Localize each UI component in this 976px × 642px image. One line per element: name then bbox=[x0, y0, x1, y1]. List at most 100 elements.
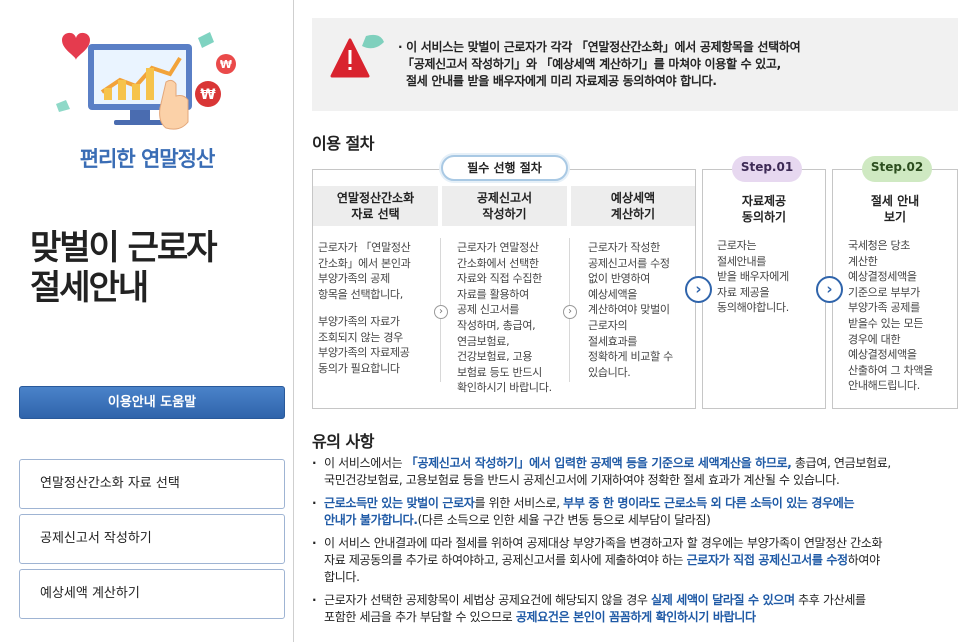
caution-text: 추후 가산세를 bbox=[794, 593, 866, 607]
caution-text: 총급여, 연금보험료, bbox=[791, 456, 891, 470]
description-line: 동의가 필요합니다 bbox=[318, 361, 400, 375]
description-line: 근로자가 작성한 bbox=[588, 241, 660, 254]
description-line: 연금보험료, bbox=[457, 334, 510, 348]
caution-text: 를 위한 서비스로, bbox=[474, 496, 564, 510]
description-line: 예상결정세액을 bbox=[848, 348, 917, 362]
caution-highlight: 근로소득만 있는 맞벌이 근로자 bbox=[324, 496, 475, 510]
description-line: 기준으로 부부가 bbox=[848, 285, 920, 299]
step2-badge: Step.02 bbox=[862, 156, 932, 182]
caution-line: 안내가 불가합니다.(다른 소득으로 인한 세율 구간 변동 등으로 세부담이 … bbox=[324, 512, 962, 529]
page-title-line2: 절세안내 bbox=[30, 268, 149, 308]
list-item: 근로소득만 있는 맞벌이 근로자를 위한 서비스로, 부부 중 한 명이라도 근… bbox=[312, 495, 962, 529]
step-heading: 예상세액 계산하기 bbox=[571, 186, 695, 226]
step-heading: 연말정산간소화 자료 선택 bbox=[313, 186, 438, 226]
caution-text: 하여야 bbox=[847, 553, 880, 567]
step-heading-line: 예상세액 bbox=[610, 191, 656, 205]
step-heading: 공제신고서 작성하기 bbox=[442, 186, 567, 226]
list-item: 이 서비스에서는 「공제신고서 작성하기」에서 입력한 공제액 등을 기준으로 … bbox=[312, 455, 962, 489]
caution-highlight: 안내가 불가합니다. bbox=[324, 513, 418, 527]
description-line: 부양가족의 공제 bbox=[318, 272, 390, 286]
page-title-line1: 맞벌이 근로자 bbox=[30, 228, 218, 268]
description-line: 정확하게 비교할 수 bbox=[588, 350, 673, 364]
description-line: 계산하여야 맞벌이 bbox=[588, 303, 670, 317]
caution-text: 근로자가 선택한 공제항목이 세법상 공제요건에 해당되지 않을 경우 bbox=[324, 593, 652, 607]
description-line: 확인하시기 바랍니다. bbox=[457, 381, 552, 395]
step-heading-line: 작성하기 bbox=[482, 207, 527, 221]
step-description: 근로자가 「연말정산 간소화」에서 본인과 부양가족의 공제 항목을 선택합니다, bbox=[318, 240, 411, 302]
caution-highlight: 실제 세액이 달라질 수 있으며 bbox=[651, 593, 795, 607]
step-heading-line: 자료제공 bbox=[741, 194, 787, 208]
description-line: 있습니다. bbox=[588, 365, 631, 379]
monitor-chart-illustration-icon: ₩ ₩ bbox=[56, 32, 236, 130]
caution-text: 포함한 세금을 추가 부담할 수 있으므로 bbox=[324, 610, 516, 624]
description-line: 산출하여 그 차액을 bbox=[848, 363, 933, 377]
panel-divider bbox=[293, 0, 294, 642]
caution-line: 합니다. bbox=[324, 570, 360, 584]
caution-text: (다른 소득으로 인한 세율 구간 변동 등으로 세부담이 달라짐) bbox=[417, 513, 711, 527]
caution-highlight: 근로자가 직접 공제신고서를 수정 bbox=[686, 553, 849, 567]
step-heading-line: 절세 안내 bbox=[870, 194, 920, 208]
step-description: 부양가족의 자료가조회되지 않는 경우부양가족의 자료제공 동의가 필요합니다 bbox=[318, 314, 410, 376]
process-section-title: 이용 절차 bbox=[312, 134, 374, 153]
description-line: 근로자는 bbox=[717, 239, 757, 252]
step-description: 근로자가 작성한 공제신고서를 수정 없이 반영하여 예상세액을 계산하여야 맞벌이 근로… bbox=[588, 240, 673, 380]
description-line: 자료와 직접 수집한 bbox=[457, 272, 542, 286]
step-description: 국세청은 당초계산한예상결정세액을 기준으로 부부가부양가족 공제를 받을수 있는 … bbox=[848, 238, 933, 394]
caution-highlight: 공제요건은 본인이 꼼꼼하게 확인하시기 바랍니다 bbox=[515, 610, 756, 624]
description-line: 간소화에서 선택한 bbox=[457, 256, 539, 270]
description-line: 받을 배우자에게 bbox=[717, 270, 789, 284]
help-guide-button[interactable]: 이용안내 도움말 bbox=[19, 386, 285, 419]
description-line: 작성하며, 총급여, bbox=[457, 318, 536, 332]
caution-text: 이 서비스에서는 bbox=[324, 456, 406, 470]
step-heading-line: 공제신고서 bbox=[476, 191, 533, 205]
description-line: 동의해야합니다. bbox=[717, 301, 789, 315]
left-panel: ₩ ₩ 편리한 연말정산 맞벌이 근로자 절세안내 이용안내 도움말 연말정산간… bbox=[0, 0, 294, 642]
caution-line: 국민건강보험료, 고용보험료 등을 반드시 공제신고서에 기재하여야 정확한 절… bbox=[324, 473, 840, 487]
step-description: 근로자는절세안내를받을 배우자에게 자료 제공을동의해야합니다. bbox=[717, 238, 789, 316]
menu-tax-estimate[interactable]: 예상세액 계산하기 bbox=[19, 569, 285, 619]
cautions-section-title: 유의 사항 bbox=[312, 432, 374, 451]
required-steps-label: 필수 선행 절차 bbox=[441, 155, 568, 181]
description-line: 보험료 등도 반드시 bbox=[457, 365, 542, 379]
chevron-right-icon: › bbox=[434, 305, 448, 319]
description-line: 국세청은 당초 bbox=[848, 239, 911, 252]
description-line: 자료를 활용하여 bbox=[457, 287, 529, 301]
caution-text: 자료 제공동의를 추가로 하여야하고, 공제신고서를 회사에 제출하여야 하는 bbox=[324, 553, 687, 567]
menu-simplified-data-select[interactable]: 연말정산간소화 자료 선택 bbox=[19, 459, 285, 509]
description-line: 절세안내를 bbox=[717, 254, 767, 268]
description-line: 공제신고서를 수정 bbox=[588, 256, 670, 270]
step-heading-line: 계산하기 bbox=[610, 207, 656, 221]
description-line: 공제 신고서를 bbox=[457, 303, 520, 317]
caution-line: 근로자가 선택한 공제항목이 세법상 공제요건에 해당되지 않을 경우 실제 세… bbox=[324, 592, 962, 609]
caution-line: 이 서비스 안내결과에 따라 절세를 위하여 공제대상 부양가족을 변경하고자 … bbox=[324, 536, 883, 550]
description-line: 부양가족의 자료제공 bbox=[318, 346, 410, 360]
description-line: 부양가족 공제를 bbox=[848, 301, 920, 315]
step-heading: 절세 안내 보기 bbox=[833, 189, 957, 225]
list-item: 이 서비스 안내결과에 따라 절세를 위하여 공제대상 부양가족을 변경하고자 … bbox=[312, 535, 962, 586]
description-line: 근로자가 「연말정산 bbox=[318, 241, 411, 254]
svg-text:₩: ₩ bbox=[220, 58, 232, 71]
description-line: 부양가족의 자료가 bbox=[318, 315, 400, 328]
description-line: 건강보험료, 고용 bbox=[457, 350, 533, 364]
description-line: 없이 반영하여 bbox=[588, 272, 651, 286]
caution-line: 근로소득만 있는 맞벌이 근로자를 위한 서비스로, 부부 중 한 명이라도 근… bbox=[324, 495, 962, 512]
description-line: 경우에 대한 bbox=[848, 332, 901, 346]
description-line: 근로자가 연말정산 bbox=[457, 241, 539, 254]
notice-text: · 이 서비스는 맞벌이 근로자가 각각 「연말정산간소화」에서 공제항목을 선… bbox=[398, 39, 801, 90]
step-description: 근로자가 연말정산간소화에서 선택한자료와 직접 수집한 자료를 활용하여공제 신… bbox=[457, 240, 552, 396]
step-heading-line: 보기 bbox=[883, 210, 907, 224]
notice-line: · 이 서비스는 맞벌이 근로자가 각각 「연말정산간소화」에서 공제항목을 선… bbox=[398, 40, 801, 54]
step-heading-line: 자료 선택 bbox=[351, 207, 400, 221]
step-heading: 자료제공 동의하기 bbox=[703, 189, 825, 225]
description-line: 근로자의 bbox=[588, 318, 628, 332]
chevron-right-icon: › bbox=[816, 276, 843, 303]
brand-title: 편리한 연말정산 bbox=[79, 147, 216, 171]
caution-highlight: 「공제신고서 작성하기」에서 입력한 공제액 등을 기준으로 세액계산을 하므로… bbox=[405, 456, 792, 470]
description-line: 받을수 있는 모든 bbox=[848, 316, 924, 330]
menu-deduction-form[interactable]: 공제신고서 작성하기 bbox=[19, 514, 285, 564]
cautions-list: 이 서비스에서는 「공제신고서 작성하기」에서 입력한 공제액 등을 기준으로 … bbox=[312, 455, 962, 632]
description-line: 계산한 bbox=[848, 254, 878, 268]
description-line: 자료 제공을 bbox=[717, 285, 770, 299]
description-line: 조회되지 않는 경우 bbox=[318, 330, 403, 344]
description-line: 안내해드립니다. bbox=[848, 379, 920, 393]
